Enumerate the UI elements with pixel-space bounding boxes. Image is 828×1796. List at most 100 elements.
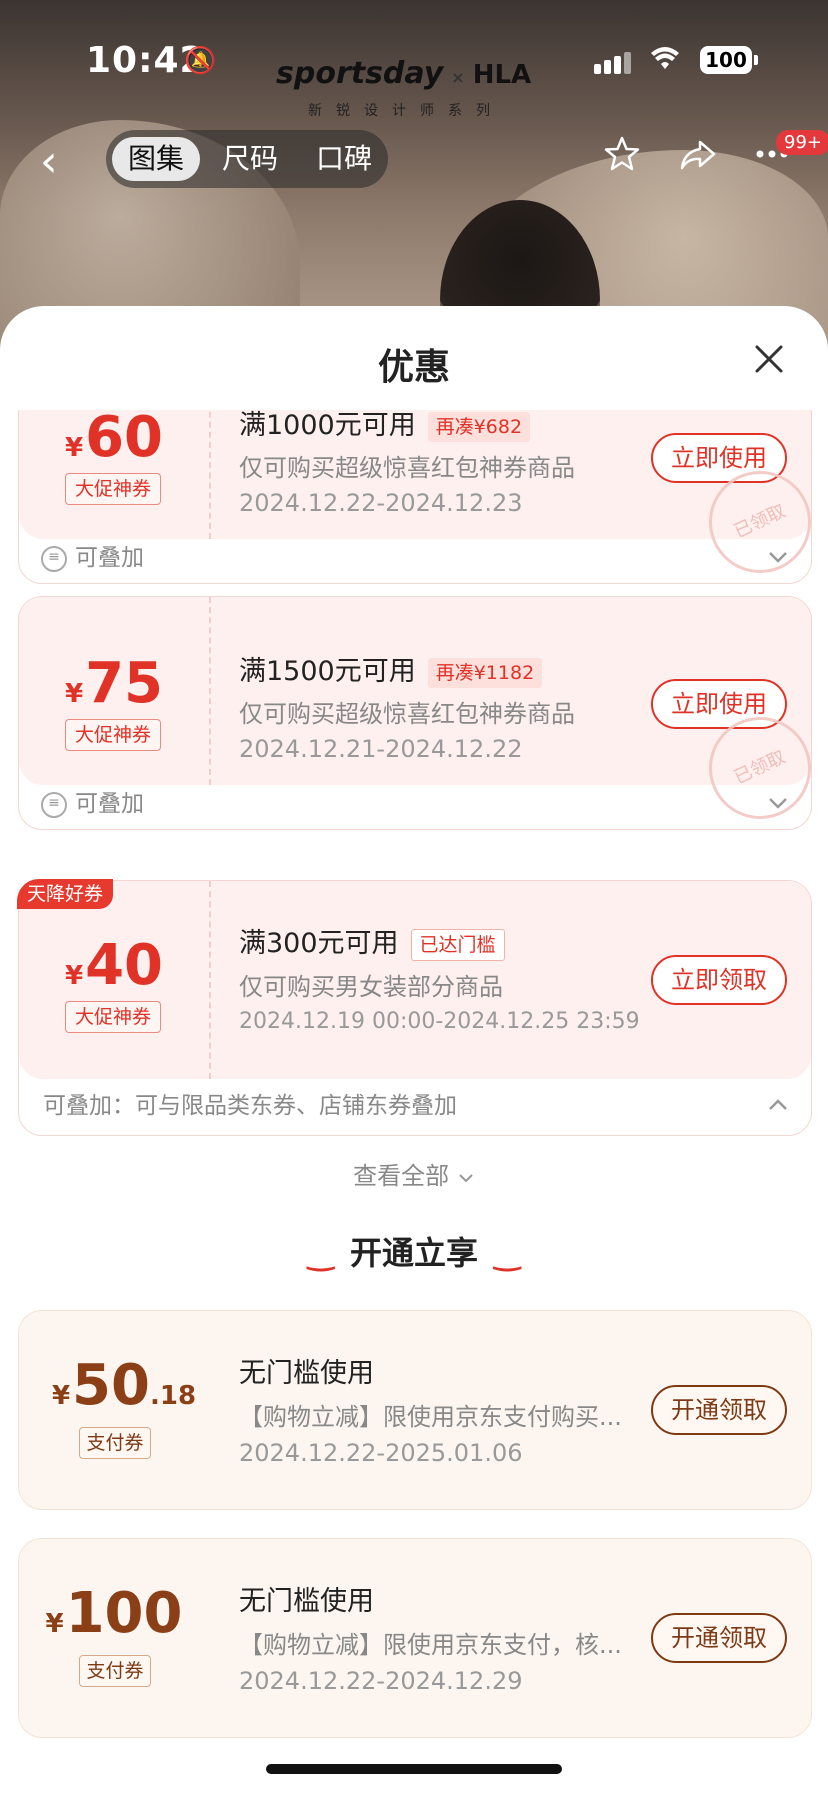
coupon-value-area: ¥100 支付券 (19, 1539, 209, 1737)
share-icon[interactable] (678, 134, 718, 184)
coupon-title: 满1500元可用 再凑¥1182 (239, 649, 543, 688)
chevron-down-icon (457, 1162, 475, 1190)
coupon-amount: ¥100 (19, 1581, 209, 1646)
discount-sheet: 优惠 ¥60 大促神券 满1000元可用 再凑¥682 仅可购买超级惊喜红包神券商… (0, 306, 828, 1796)
brand-name: sportsday (276, 56, 444, 91)
coupon-amount-value: 50 (72, 1353, 150, 1418)
activate-claim-button[interactable]: 开通领取 (651, 1613, 787, 1663)
coupon-value-area: ¥75 大促神券 (19, 597, 211, 785)
coupon-validity: 2024.12.22-2024.12.23 (239, 489, 523, 517)
coupon-description: 仅可购买超级惊喜红包神券商品 (239, 700, 575, 728)
coupon-footer-text: 可叠加：可与限品类东券、店铺东券叠加 (43, 1093, 457, 1119)
coupon-description: 仅可购买超级惊喜红包神券商品 (239, 454, 575, 482)
coupon-chip: 再凑¥1182 (427, 657, 543, 688)
coupon-list[interactable]: ¥60 大促神券 满1000元可用 再凑¥682 仅可购买超级惊喜红包神券商品 2… (0, 410, 828, 1796)
pay-coupon-card: ¥50.18 支付券 无门槛使用 【购物立减】限使用京东支付购买... 2024… (18, 1310, 812, 1510)
coupon-description: 仅可购买男女装部分商品 (239, 973, 503, 1001)
notification-badge: 99+ (776, 130, 828, 155)
chevron-left-icon[interactable]: ‹ (40, 136, 58, 187)
brand-x: × (451, 68, 465, 87)
coupon-title: 无门槛使用 (239, 1358, 374, 1389)
coupon-type-tag: 支付券 (79, 1655, 151, 1687)
coupon-amount: ¥60 (19, 410, 209, 470)
chevron-up-icon (767, 1079, 789, 1133)
pay-coupon-card: ¥100 支付券 无门槛使用 【购物立减】限使用京东支付，核... 2024.1… (18, 1538, 812, 1738)
coupon-amount-decimal: .18 (149, 1381, 197, 1411)
bell-muted-icon: 🔕 (184, 46, 217, 76)
coupon-footer-text: 可叠加 (75, 791, 144, 817)
coupon-body: ¥75 大促神券 满1500元可用 再凑¥1182 仅可购买超级惊喜红包神券商品 … (19, 597, 828, 836)
coupon-chip: 再凑¥682 (427, 411, 531, 442)
coupon-amount-value: 60 (85, 410, 164, 470)
coupon-value-area: ¥50.18 支付券 (19, 1311, 209, 1509)
view-all-link[interactable]: 查看全部 (0, 1156, 828, 1191)
wifi-icon (650, 44, 680, 79)
coupon-validity: 2024.12.22-2025.01.06 (239, 1439, 523, 1467)
tab-reviews[interactable]: 口碑 (300, 137, 388, 181)
currency-symbol: ¥ (51, 1381, 71, 1411)
battery-indicator: 100 (700, 46, 758, 74)
coupon-title: 满1000元可用 再凑¥682 (239, 410, 531, 442)
tab-size[interactable]: 尺码 (206, 137, 294, 181)
activate-claim-button[interactable]: 开通领取 (651, 1385, 787, 1435)
coupon-threshold: 满1500元可用 (239, 656, 416, 687)
claim-now-button[interactable]: 立即领取 (651, 955, 787, 1005)
coupon-amount-value: 100 (65, 1581, 183, 1646)
chevron-down-icon (767, 531, 789, 585)
chevron-down-icon (767, 777, 789, 831)
coupon-validity: 2024.12.19 00:00-2024.12.25 23:59 (239, 1009, 640, 1034)
signal-icon (594, 52, 634, 74)
brand-partner: HLA (472, 60, 532, 90)
coupon-description: 【购物立减】限使用京东支付购买... (239, 1403, 622, 1431)
coupon-amount: ¥75 (19, 651, 209, 716)
coupon-footer-text: 可叠加 (75, 545, 144, 571)
stack-icon: ≡ (41, 791, 67, 818)
currency-symbol: ¥ (64, 433, 84, 463)
coupon-type-tag: 大促神券 (65, 1001, 161, 1033)
coupon-amount-value: 75 (85, 651, 164, 716)
coupon-threshold: 满300元可用 (239, 928, 399, 959)
tab-gallery[interactable]: 图集 (112, 137, 201, 181)
coupon-type-tag: 大促神券 (65, 719, 161, 751)
section-title: ‿ 开通立享 ‿ (0, 1228, 828, 1274)
status-bar: 10:42 🔕 sportsday × HLA 新锐设计师系列 100 (0, 0, 828, 120)
coupon-card: 天降好券 ¥40 大促神券 满300元可用 已达门槛 仅可购买男女装部分商品 20… (17, 879, 812, 1136)
coupon-amount-value: 40 (85, 933, 164, 998)
home-indicator[interactable] (266, 1764, 562, 1774)
section-decoration-left: ‿ (307, 1234, 334, 1272)
view-all-label: 查看全部 (353, 1162, 450, 1190)
stack-icon: ≡ (41, 545, 67, 572)
brand-logo: sportsday × HLA (276, 56, 531, 91)
coupon-validity: 2024.12.22-2024.12.29 (239, 1667, 523, 1695)
section-title-text: 开通立享 (349, 1234, 478, 1272)
coupon-title: 无门槛使用 (239, 1586, 374, 1617)
coupon-amount: ¥50.18 (19, 1353, 229, 1418)
product-nav-bar: ‹ 图集 尺码 口碑 (0, 130, 828, 190)
coupon-footer[interactable]: ≡ 可叠加 (19, 531, 811, 585)
coupon-body: 天降好券 ¥40 大促神券 满300元可用 已达门槛 仅可购买男女装部分商品 20… (17, 879, 811, 1079)
coupon-amount: ¥40 (19, 933, 209, 998)
product-tabs: 图集 尺码 口碑 (106, 130, 388, 188)
coupon-validity: 2024.12.21-2024.12.22 (239, 735, 523, 763)
star-icon[interactable] (602, 134, 642, 184)
coupon-chip: 已达门槛 (410, 928, 505, 961)
coupon-card: ¥60 大促神券 满1000元可用 再凑¥682 仅可购买超级惊喜红包神券商品 2… (18, 410, 828, 590)
coupon-value-area: ¥40 大促神券 (19, 881, 211, 1079)
coupon-description: 【购物立减】限使用京东支付，核... (239, 1631, 622, 1659)
brand-subtitle: 新锐设计师系列 (308, 103, 504, 119)
coupon-footer[interactable]: 可叠加：可与限品类东券、店铺东券叠加 (19, 1079, 811, 1133)
coupon-card: ¥75 大促神券 满1500元可用 再凑¥1182 仅可购买超级惊喜红包神券商品 … (18, 596, 828, 836)
coupon-footer[interactable]: ≡ 可叠加 (19, 777, 811, 831)
currency-symbol: ¥ (45, 1609, 64, 1639)
coupon-value-area: ¥60 大促神券 (19, 410, 211, 539)
coupon-type-tag: 大促神券 (65, 473, 161, 505)
close-icon[interactable] (754, 338, 784, 382)
coupon-type-tag: 支付券 (79, 1427, 151, 1459)
section-decoration-right: ‿ (494, 1234, 521, 1272)
sheet-title: 优惠 (377, 347, 450, 388)
currency-symbol: ¥ (64, 679, 84, 709)
coupon-threshold: 满1000元可用 (239, 410, 416, 441)
currency-symbol: ¥ (64, 961, 84, 991)
coupon-title: 满300元可用 已达门槛 (239, 921, 505, 961)
coupon-body: ¥60 大促神券 满1000元可用 再凑¥682 仅可购买超级惊喜红包神券商品 2… (19, 410, 828, 590)
